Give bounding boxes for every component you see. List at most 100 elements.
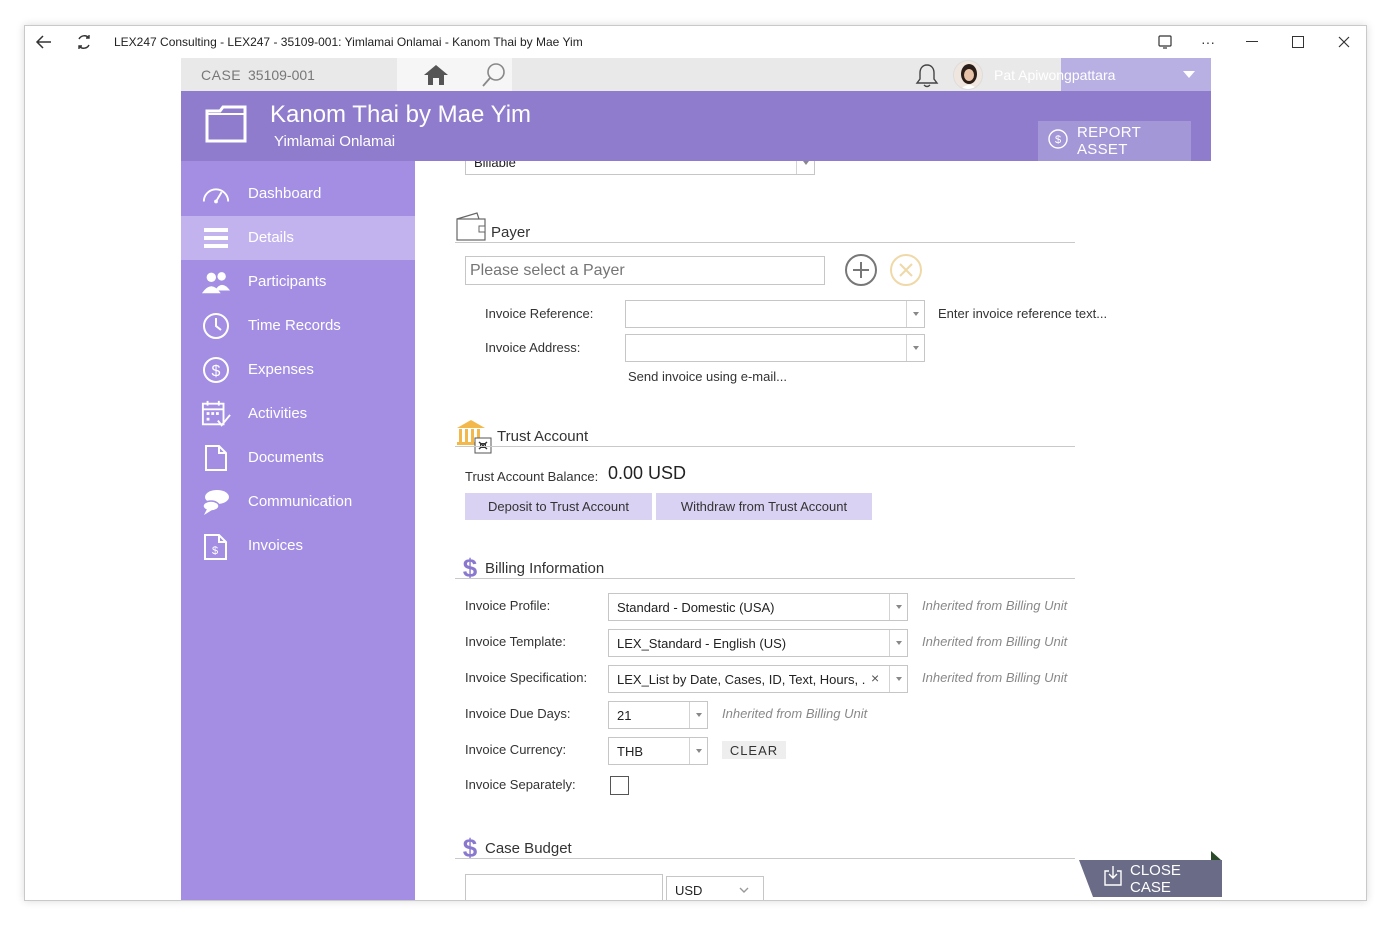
remove-payer-icon[interactable] <box>889 253 923 292</box>
chevron-down-icon <box>689 738 707 764</box>
sidebar-item-label: Activities <box>248 405 308 422</box>
invoice-template-select[interactable]: LEX_Standard - English (US) <box>608 629 908 657</box>
chevron-down-icon[interactable] <box>1183 71 1195 78</box>
invoice-due-days-label: Invoice Due Days: <box>465 706 571 721</box>
maximize-icon[interactable] <box>1281 30 1315 54</box>
details-content: Billable Payer Invoice Reference: <box>415 161 1211 900</box>
people-icon <box>201 268 231 296</box>
invoice-address-label: Invoice Address: <box>485 340 581 355</box>
bell-icon[interactable] <box>915 62 939 93</box>
back-arrow-icon[interactable] <box>31 30 57 54</box>
sidebar-item-documents[interactable]: Documents <box>181 436 415 480</box>
sidebar-item-dashboard[interactable]: Dashboard <box>181 172 415 216</box>
payer-divider <box>455 242 1075 243</box>
invoice-specification-select[interactable]: LEX_List by Date, Cases, ID, Text, Hours… <box>608 665 908 693</box>
gauge-icon <box>201 180 231 208</box>
chevron-down-icon <box>737 883 751 900</box>
search-icon[interactable] <box>481 62 507 93</box>
download-tray-icon <box>1103 865 1123 892</box>
invoice-profile-hint: Inherited from Billing Unit <box>922 598 1068 613</box>
invoice-profile-select[interactable]: Standard - Domestic (USA) <box>608 593 908 621</box>
invoice-template-hint: Inherited from Billing Unit <box>922 634 1068 649</box>
sidebar-item-label: Invoices <box>248 537 304 554</box>
sidebar-item-details[interactable]: Details <box>181 216 415 260</box>
invoice-currency-label: Invoice Currency: <box>465 742 567 757</box>
bank-icon <box>455 418 493 459</box>
case-title: Kanom Thai by Mae Yim <box>270 101 532 128</box>
report-asset-button[interactable]: $ REPORT ASSET <box>1038 121 1191 161</box>
invoice-address-select[interactable] <box>625 334 925 362</box>
sidebar-item-expenses[interactable]: $ Expenses <box>181 348 415 392</box>
budget-currency-value: USD <box>675 883 703 898</box>
user-name[interactable]: Pat Apiwongpattara <box>994 67 1115 83</box>
minimize-icon[interactable] <box>1235 30 1269 54</box>
budget-currency-select[interactable]: USD <box>666 876 764 900</box>
sidebar-item-label: Details <box>248 229 294 246</box>
title-bar: LEX247 Consulting - LEX247 - 35109-001: … <box>25 26 1366 58</box>
trust-balance-label: Trust Account Balance: <box>465 469 599 484</box>
calendar-check-icon <box>201 400 231 428</box>
list-icon <box>201 224 231 252</box>
invoice-currency-select[interactable]: THB <box>608 737 708 765</box>
send-invoice-email-link[interactable]: Send invoice using e-mail... <box>628 369 787 384</box>
deposit-trust-button[interactable]: Deposit to Trust Account <box>465 493 652 520</box>
avatar <box>953 60 983 90</box>
sidebar-item-label: Dashboard <box>248 185 322 202</box>
sidebar: Dashboard Details Participants Time Reco… <box>181 161 415 900</box>
home-icon[interactable] <box>422 63 450 92</box>
report-asset-label: REPORT ASSET <box>1077 124 1141 158</box>
invoice-currency-value: THB <box>617 744 643 759</box>
invoice-due-days-value: 21 <box>617 708 632 723</box>
payer-search-field[interactable] <box>466 257 824 284</box>
trust-section-title: Trust Account <box>497 428 589 445</box>
chevron-down-icon <box>796 161 814 174</box>
chevron-down-icon <box>889 630 907 656</box>
add-payer-icon[interactable] <box>844 253 878 292</box>
clear-currency-button[interactable]: CLEAR <box>722 741 786 759</box>
chat-bubbles-icon <box>201 488 231 516</box>
refresh-icon[interactable] <box>71 30 97 54</box>
case-subtitle: Yimlamai Onlamai <box>274 133 396 150</box>
dollar-icon: $ <box>461 833 479 867</box>
chevron-down-icon <box>689 702 707 728</box>
sidebar-item-communication[interactable]: Communication <box>181 480 415 524</box>
sidebar-item-participants[interactable]: Participants <box>181 260 415 304</box>
close-case-label: CLOSE CASE <box>1130 861 1181 896</box>
invoice-reference-hint[interactable]: Enter invoice reference text... <box>938 306 1107 321</box>
invoice-reference-select[interactable] <box>625 300 925 328</box>
trust-divider <box>455 446 1075 447</box>
close-case-button[interactable]: CLOSE CASE <box>1079 860 1222 897</box>
invoice-template-label: Invoice Template: <box>465 634 566 649</box>
budget-amount-input[interactable] <box>465 874 663 900</box>
top-bar: CASE 35109-001 Pat Apiwongpattara <box>181 58 1211 91</box>
invoice-icon: $ <box>201 532 231 560</box>
app-window: LEX247 Consulting - LEX247 - 35109-001: … <box>24 25 1367 901</box>
dollar-circle-icon: $ <box>1048 128 1068 154</box>
sidebar-item-invoices[interactable]: $ Invoices <box>181 524 415 568</box>
invoice-profile-value: Standard - Domestic (USA) <box>617 600 775 615</box>
case-number: 35109-001 <box>248 67 315 83</box>
dollar-icon: $ <box>461 553 479 587</box>
dollar-circle-icon: $ <box>201 356 231 384</box>
more-options-icon[interactable]: ··· <box>1191 30 1225 54</box>
svg-text:$: $ <box>212 363 221 380</box>
close-window-icon[interactable] <box>1327 30 1361 54</box>
payer-section-title: Payer <box>491 224 531 241</box>
sidebar-item-activities[interactable]: Activities <box>181 392 415 436</box>
chevron-down-icon <box>906 301 924 327</box>
sidebar-item-time-records[interactable]: Time Records <box>181 304 415 348</box>
billing-type-select[interactable]: Billable <box>465 161 815 175</box>
case-header: Kanom Thai by Mae Yim Yimlamai Onlamai $… <box>181 91 1211 161</box>
invoice-due-days-select[interactable]: 21 <box>608 701 708 729</box>
billing-section-title: Billing Information <box>485 560 605 577</box>
sidebar-item-label: Communication <box>248 493 353 510</box>
cast-icon[interactable] <box>1148 30 1182 54</box>
sidebar-item-label: Participants <box>248 273 327 290</box>
payer-input[interactable] <box>465 256 825 285</box>
clear-x-icon[interactable]: × <box>871 670 879 686</box>
chevron-down-icon <box>889 594 907 620</box>
withdraw-trust-button[interactable]: Withdraw from Trust Account <box>656 493 872 520</box>
invoice-separately-checkbox[interactable] <box>610 776 629 795</box>
chevron-down-icon <box>889 666 907 692</box>
svg-text:$: $ <box>212 545 218 557</box>
